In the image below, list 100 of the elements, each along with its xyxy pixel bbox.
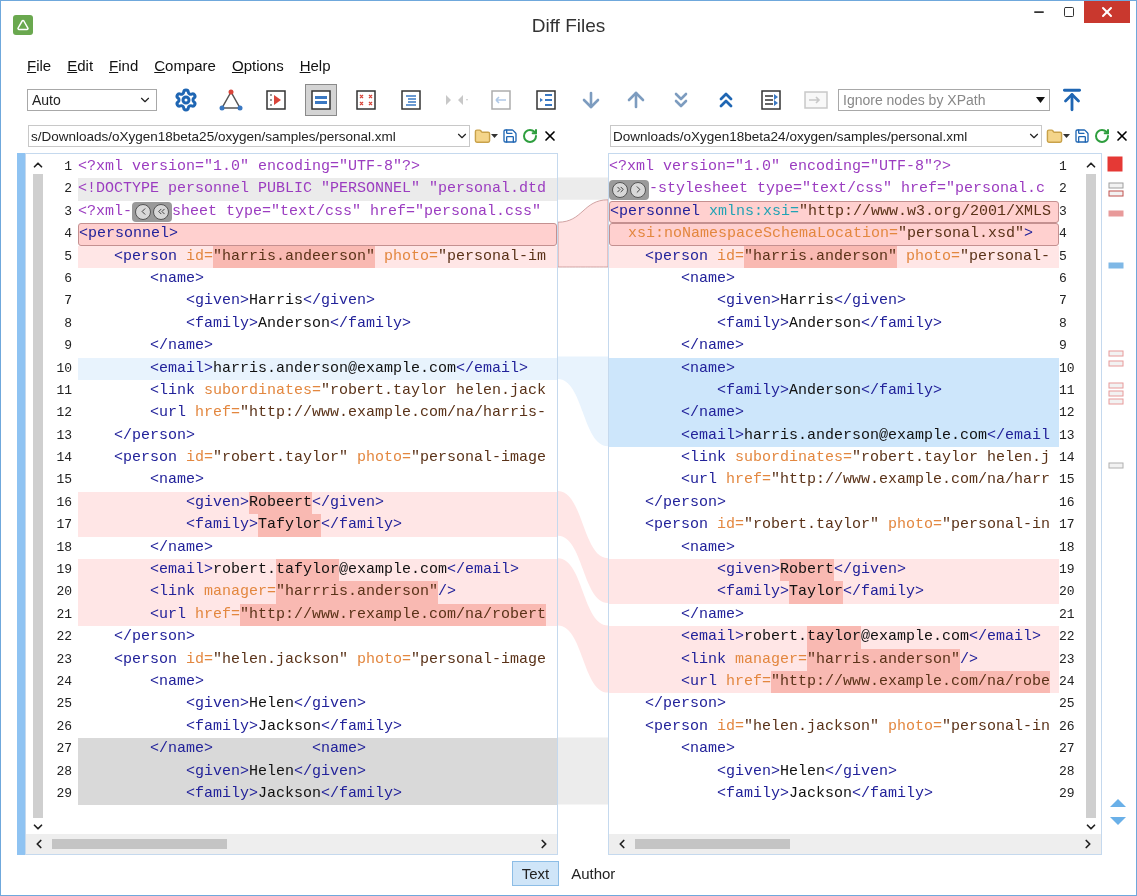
save-button[interactable] [502,126,518,146]
scrollbar-thumb[interactable] [52,839,227,849]
code-text: photo= [356,649,412,670]
scrollbar-thumb[interactable] [635,839,790,849]
dropdown-caret-icon [1036,97,1045,103]
code-text: <email> [149,358,214,379]
code-text: "robert.taylor" [744,515,880,536]
line-number: 28 [55,762,72,781]
code-text: <person [644,246,709,267]
code-text: /> [960,649,979,670]
code-text: robert. [744,627,808,648]
line-number: 26 [1059,717,1076,736]
file-path-combo[interactable]: s/Downloads/oXygen18beta25/oxygen/samples/personal.xml [28,125,470,147]
line-number: 2 [63,180,72,199]
line-number: 27 [55,740,72,759]
code-text: </given> [834,291,907,312]
code-text: "http://www.w3.org/2001/XMLS [799,201,1052,222]
close-button[interactable] [1084,1,1130,23]
line-number: 12 [55,404,72,423]
vertical-scrollbar-track[interactable] [33,174,43,818]
code-text: Anderson [789,380,862,401]
line-number: 29 [1059,784,1076,803]
horizontal-scrollbar[interactable] [609,834,1101,854]
horizontal-scrollbar[interactable] [26,834,557,854]
xpath-filter-field[interactable]: Ignore nodes by XPath [838,89,1050,111]
view-tab[interactable]: Text [511,860,560,886]
line-number: 29 [55,784,72,803]
code-text: <given> [185,291,250,312]
file-path-combo[interactable]: Downloads/oXygen18beta24/oxygen/samples/personal.xml [610,125,1042,147]
code-text: <family> [185,313,259,334]
code-text: "personal- [960,246,1051,267]
code-text: Helen [249,761,295,782]
menu-item[interactable]: Compare [148,51,222,79]
toolbar-button[interactable] [305,84,337,116]
menu-item[interactable]: Find [103,51,145,79]
line-number: 20 [55,583,72,602]
open-folder-button[interactable] [1046,126,1070,146]
code-text: <family> [716,380,790,401]
code-text: </name> [680,336,745,357]
line-number: 6 [63,269,72,288]
code-text: <given> [716,560,781,581]
changed-code-text: "harris.anderson" [744,245,898,268]
code-text: <?xml version="1.0" encoding="UTF-8"?> [609,157,952,177]
code-text: href= [194,403,241,424]
code-text: <family> [185,515,259,536]
code-text: harris.anderson@example.com [744,425,988,446]
code-text: id= [716,515,745,536]
code-text: photo= [887,515,943,536]
line-number: 5 [1059,247,1068,266]
line-number: 18 [55,538,72,557]
code-text: id= [185,246,214,267]
copy-change-right-button[interactable] [630,181,646,198]
code-text: "robert.taylor" [213,448,349,469]
changed-code-text: "harris.anderson" [807,648,961,671]
copy-all-right-button[interactable] [612,181,628,198]
line-number: 11 [55,381,72,400]
copy-change-left-button[interactable] [135,203,151,220]
code-text: <family> [716,783,790,804]
code-text: "http://www.example.com/na/harris- [240,403,547,424]
line-number: 11 [1059,381,1076,400]
menu-item[interactable]: Options [225,51,290,79]
code-text: id= [185,649,214,670]
code-text: Jackson [789,783,853,804]
code-text: subordinates= [203,380,322,401]
dropdown-caret-icon [491,134,498,138]
open-folder-button[interactable] [474,126,498,146]
save-button[interactable] [1074,126,1090,146]
vertical-scrollbar-track[interactable] [1086,174,1096,818]
code-text: <name> [149,672,205,692]
view-tab[interactable]: Author [561,860,626,886]
line-number: 7 [1059,292,1068,311]
code-text: photo= [356,448,412,469]
code-text: id= [716,246,745,267]
code-text: xmlns:xsi= [708,201,800,222]
code-text: "robert.taylor helen.j [852,448,1051,469]
line-number: 19 [1059,561,1076,580]
line-number: 6 [1059,269,1068,288]
grid-marks-icon [355,89,377,111]
triangle-nodes-icon [219,89,243,111]
code-text: </person> [644,694,727,715]
line-number: 21 [55,605,72,624]
menu-item[interactable]: Edit [61,51,100,79]
copy-all-left-button[interactable] [153,203,169,220]
line-number: 16 [55,493,72,512]
changed-code-text: Taylor [789,581,844,604]
code-text: </given> [294,694,367,715]
code-text: Anderson [789,313,862,334]
line-number: 7 [63,292,72,311]
code-text: <link [149,380,196,401]
line-number: 8 [1059,314,1068,333]
mode-dropdown[interactable]: Auto [27,89,157,111]
code-text: </family> [330,313,412,334]
menu-item[interactable]: File [21,51,58,79]
code-text: href= [725,672,772,692]
code-text: </given> [825,761,898,782]
code-text: <personnel> [79,224,179,245]
menu-item[interactable]: Help [293,51,337,79]
changed-code-text: "http://www.rexample.com/na/robert [240,603,547,627]
maximize-icon [1063,6,1075,18]
close-icon [1114,128,1130,144]
